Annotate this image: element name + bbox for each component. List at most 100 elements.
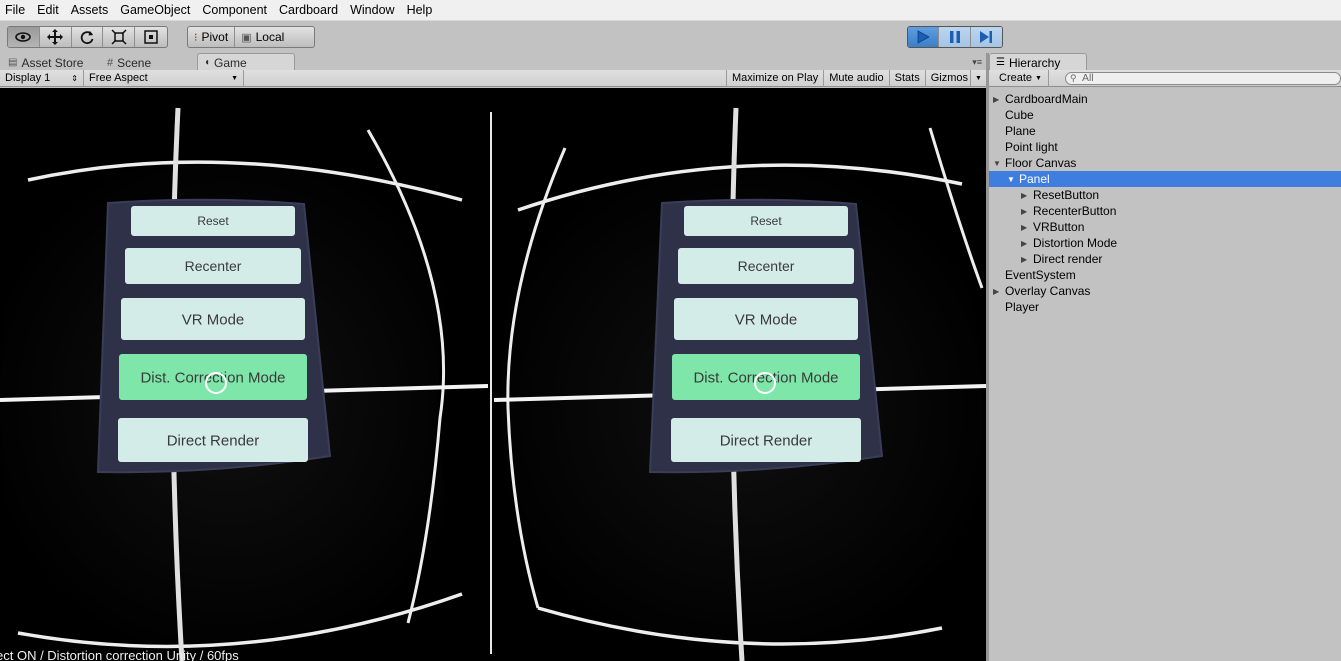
playback-controls [907, 26, 1003, 48]
rect-tool-button[interactable] [135, 27, 167, 47]
collapsed-arrow-icon[interactable]: ▶ [1021, 191, 1027, 200]
hierarchy-item[interactable]: ▶ ResetButton [989, 187, 1341, 203]
panel-menu-icon[interactable]: ▾≡ [972, 57, 982, 68]
list-icon: ☰ [996, 57, 1005, 68]
scale-tool-button[interactable] [103, 27, 136, 47]
hierarchy-item-label: RecenterButton [1033, 204, 1117, 218]
stats-label: Stats [894, 72, 920, 84]
hierarchy-item-label: Cube [1005, 108, 1034, 122]
hierarchy-item[interactable]: Cube [989, 107, 1341, 123]
maximize-on-play-toggle[interactable]: Maximize on Play [726, 69, 823, 87]
hierarchy-item[interactable]: ▼ Floor Canvas [989, 155, 1341, 171]
collapsed-arrow-icon[interactable]: ▶ [993, 287, 999, 296]
hierarchy-item-label: Point light [1005, 140, 1058, 154]
gizmos-dropdown[interactable]: ▼ [970, 69, 986, 87]
tab-game[interactable]: ◖ Game [197, 53, 295, 71]
hierarchy-item[interactable]: Plane [989, 123, 1341, 139]
cube-icon: ▣ [241, 31, 252, 44]
pause-button[interactable] [939, 27, 971, 47]
display-dropdown[interactable]: Display 1 ⇕ [0, 69, 84, 87]
display-label: Display 1 [5, 72, 51, 84]
collapsed-arrow-icon[interactable]: ▶ [1021, 239, 1027, 248]
hierarchy-item-label: EventSystem [1005, 268, 1076, 282]
menu-cardboard[interactable]: Cardboard [274, 0, 345, 21]
hierarchy-item-label: Direct render [1033, 252, 1103, 266]
stereo-render: Reset Recenter VR Mode Dist. Correction Mod… [0, 107, 986, 661]
hierarchy-tab-label: Hierarchy [1008, 55, 1061, 70]
pivot-button[interactable]: ⁝ Pivot [188, 27, 236, 47]
collapsed-arrow-icon[interactable]: ▶ [1021, 207, 1027, 216]
expanded-arrow-icon[interactable]: ▼ [993, 159, 1001, 168]
hierarchy-panel: ☰ Hierarchy Create ▼ ⚲ All ▶ CardboardMai… [989, 53, 1341, 661]
game-view[interactable]: Reset Recenter VR Mode Dist. Correction Mod… [0, 88, 986, 661]
vr-menu-button-label: Recenter [185, 258, 242, 274]
menu-assets[interactable]: Assets [66, 0, 116, 21]
collapsed-arrow-icon[interactable]: ▶ [993, 95, 999, 104]
hierarchy-item-label: Distortion Mode [1033, 236, 1118, 250]
tab-asset-store-label: Asset Store [21, 55, 84, 70]
create-label: Create [999, 72, 1033, 84]
hierarchy-item[interactable]: ▶ Overlay Canvas [989, 283, 1341, 299]
move-icon [47, 29, 64, 45]
step-button[interactable] [970, 27, 1002, 47]
status-line: ect ON / Distortion correction Unity / 6… [0, 648, 239, 661]
create-button[interactable]: Create ▼ [989, 69, 1049, 87]
hierarchy-item[interactable]: ▶ Direct render [989, 251, 1341, 267]
hierarchy-item[interactable]: ▶ RecenterButton [989, 203, 1341, 219]
collapsed-arrow-icon[interactable]: ▶ [1021, 223, 1027, 232]
store-icon: ▤ [8, 57, 18, 68]
hierarchy-item[interactable]: ▶ VRButton [989, 219, 1341, 235]
mute-label: Mute audio [829, 72, 884, 84]
hierarchy-item[interactable]: Point light [989, 139, 1341, 155]
vr-menu-button-label: Direct Render [720, 432, 813, 449]
vr-menu-button-label: VR Mode [182, 311, 245, 328]
step-icon [980, 31, 993, 43]
gizmos-toggle[interactable]: Gizmos [924, 69, 970, 87]
hierarchy-search-input[interactable]: ⚲ All [1064, 71, 1341, 85]
aspect-dropdown[interactable]: Free Aspect ▼ [84, 69, 244, 87]
stats-toggle[interactable]: Stats [888, 69, 925, 87]
menu-window[interactable]: Window [345, 0, 401, 21]
local-label: Local [255, 30, 285, 44]
collapsed-arrow-icon[interactable]: ▶ [1021, 255, 1027, 264]
hand-tool-button[interactable] [8, 27, 40, 47]
vr-menu-button-label: Reset [750, 214, 782, 228]
chevron-down-icon: ▼ [975, 74, 982, 82]
mute-audio-toggle[interactable]: Mute audio [823, 69, 888, 87]
hierarchy-item[interactable]: Player [989, 299, 1341, 315]
chevron-down-icon: ▼ [231, 74, 238, 82]
aspect-label: Free Aspect [89, 72, 148, 84]
move-tool-button[interactable] [40, 27, 72, 47]
tab-scene-label: Scene [117, 55, 152, 70]
menu-help[interactable]: Help [402, 0, 440, 21]
tab-scene[interactable]: # Scene [101, 54, 157, 71]
hierarchy-item-label: Player [1005, 300, 1040, 314]
tab-hierarchy[interactable]: ☰ Hierarchy [989, 53, 1087, 71]
vr-menu-button-label: VR Mode [735, 311, 798, 328]
rotate-tool-button[interactable] [72, 27, 104, 47]
search-icon: ⚲ [1069, 72, 1077, 83]
vr-menu-button-label: Reset [197, 214, 229, 228]
hierarchy-item-label: VRButton [1033, 220, 1085, 234]
hierarchy-item[interactable]: ▶ Distortion Mode [989, 235, 1341, 251]
hierarchy-item[interactable]: EventSystem [989, 267, 1341, 283]
expanded-arrow-icon[interactable]: ▼ [1007, 175, 1015, 184]
play-button[interactable] [908, 27, 940, 47]
menu-component[interactable]: Component [197, 0, 274, 21]
local-button[interactable]: ▣ Local [235, 27, 290, 47]
hierarchy-item[interactable]: ▶ CardboardMain [989, 91, 1341, 107]
tab-asset-store[interactable]: ▤ Asset Store [2, 54, 89, 71]
eye-icon [15, 32, 32, 42]
menu-file[interactable]: File [0, 0, 32, 21]
menu-gameobject[interactable]: GameObject [115, 0, 197, 21]
vr-menu-button-label: Recenter [738, 258, 795, 274]
tab-game-label: Game [214, 55, 247, 70]
hierarchy-item-label: Overlay Canvas [1005, 284, 1091, 298]
menu-edit[interactable]: Edit [32, 0, 66, 21]
vr-menu-button-label: Dist. Correction Mode [693, 369, 838, 386]
hierarchy-tree: ▶ CardboardMain Cube Plane Point light ▼ Floor… [989, 91, 1341, 315]
hierarchy-item[interactable]: ▼ Panel [989, 171, 1341, 187]
grid-icon: # [107, 56, 114, 69]
maximize-label: Maximize on Play [732, 72, 819, 84]
chevron-down-icon: ▼ [1035, 74, 1042, 82]
